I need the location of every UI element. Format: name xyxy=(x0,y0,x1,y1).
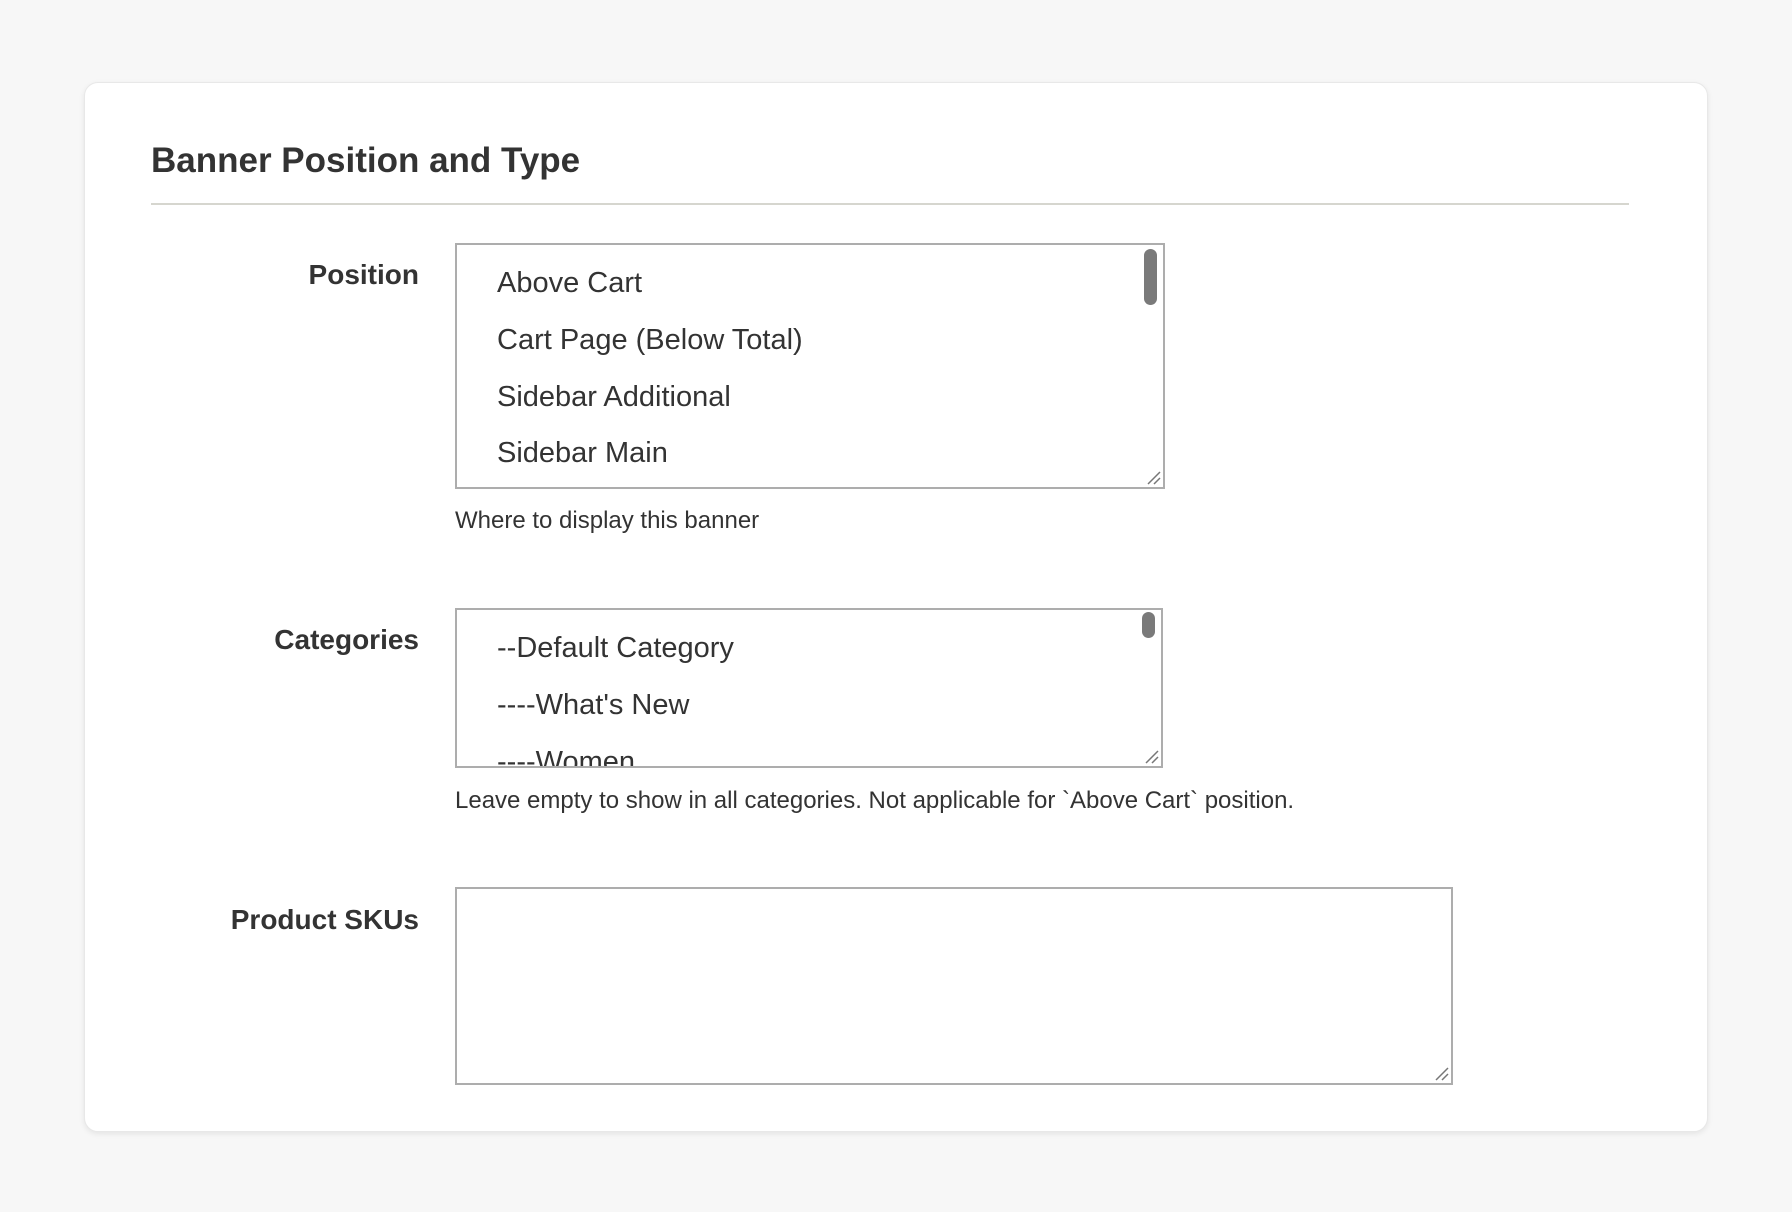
categories-multiselect[interactable]: --Default Category ----What's New ----Wo… xyxy=(455,608,1163,768)
position-label: Position xyxy=(308,259,419,290)
categories-label: Categories xyxy=(274,624,419,655)
banner-position-card: Banner Position and Type Position Above … xyxy=(84,82,1708,1132)
resize-grip-icon[interactable] xyxy=(1143,748,1159,764)
position-multiselect[interactable]: Above Cart Cart Page (Below Total) Sideb… xyxy=(455,243,1165,489)
product-skus-label: Product SKUs xyxy=(230,904,419,935)
position-hint: Where to display this banner xyxy=(455,507,760,534)
position-option-sidebar-additional[interactable]: Sidebar Additional xyxy=(497,381,731,414)
product-skus-textarea[interactable] xyxy=(455,887,1453,1085)
category-option-whats-new[interactable]: ----What's New xyxy=(497,689,689,722)
section-title: Banner Position and Type xyxy=(151,141,581,180)
category-option-women[interactable]: ----Women xyxy=(497,746,635,766)
resize-grip-icon[interactable] xyxy=(1145,469,1161,485)
resize-grip-icon[interactable] xyxy=(1433,1065,1449,1081)
position-option-sidebar-main[interactable]: Sidebar Main xyxy=(497,437,668,470)
position-scrollbar-thumb[interactable] xyxy=(1144,249,1157,305)
categories-hint: Leave empty to show in all categories. N… xyxy=(455,787,1295,814)
section-divider xyxy=(151,203,1629,205)
position-option-above-cart[interactable]: Above Cart xyxy=(497,267,642,300)
position-option-cart-page[interactable]: Cart Page (Below Total) xyxy=(497,324,803,357)
category-option-default[interactable]: --Default Category xyxy=(497,632,734,665)
categories-scrollbar-thumb[interactable] xyxy=(1142,612,1155,638)
